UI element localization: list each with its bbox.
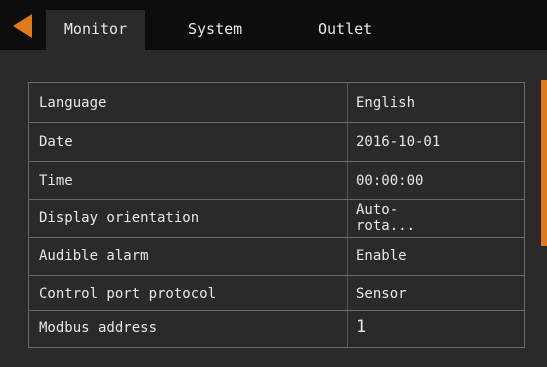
- row-date[interactable]: Date 2016-10-01: [29, 123, 524, 162]
- row-divider: [347, 276, 348, 310]
- row-divider: [347, 123, 348, 161]
- row-time[interactable]: Time 00:00:00: [29, 162, 524, 200]
- row-value: Sensor: [356, 286, 407, 302]
- tab-monitor[interactable]: Monitor: [46, 10, 145, 50]
- row-label: Date: [39, 134, 73, 150]
- row-value: 2016-10-01: [356, 134, 441, 150]
- row-label: Language: [39, 95, 107, 111]
- row-value: Enable: [356, 248, 407, 264]
- tab-system[interactable]: System: [188, 10, 242, 50]
- row-control-port-protocol[interactable]: Control port protocol Sensor: [29, 276, 524, 311]
- row-label: Modbus address: [39, 320, 158, 336]
- row-divider: [347, 200, 348, 237]
- row-divider: [347, 162, 348, 199]
- settings-table: Language English Date 2016-10-01 Time 00…: [28, 82, 525, 348]
- tab-bar: Monitor System Outlet: [0, 0, 547, 50]
- row-value: Auto-rota...: [356, 202, 416, 234]
- row-divider: [347, 83, 348, 122]
- row-label: Display orientation: [39, 210, 200, 226]
- row-modbus-address[interactable]: Modbus address 1: [29, 311, 524, 347]
- scrollbar[interactable]: [541, 80, 547, 246]
- tab-outlet[interactable]: Outlet: [318, 10, 372, 50]
- row-divider: [347, 238, 348, 275]
- row-label: Audible alarm: [39, 248, 149, 264]
- row-divider: [347, 311, 348, 347]
- row-audible-alarm[interactable]: Audible alarm Enable: [29, 238, 524, 276]
- row-label: Control port protocol: [39, 286, 217, 302]
- monitor-screen: Monitor System Outlet Language English D…: [0, 0, 547, 367]
- row-display-orientation[interactable]: Display orientation Auto-rota...: [29, 200, 524, 238]
- row-label: Time: [39, 173, 73, 189]
- row-value: 1: [356, 317, 367, 337]
- back-arrow-icon[interactable]: [10, 12, 34, 40]
- row-value: 00:00:00: [356, 173, 424, 189]
- row-language[interactable]: Language English: [29, 83, 524, 123]
- row-value: English: [356, 95, 416, 111]
